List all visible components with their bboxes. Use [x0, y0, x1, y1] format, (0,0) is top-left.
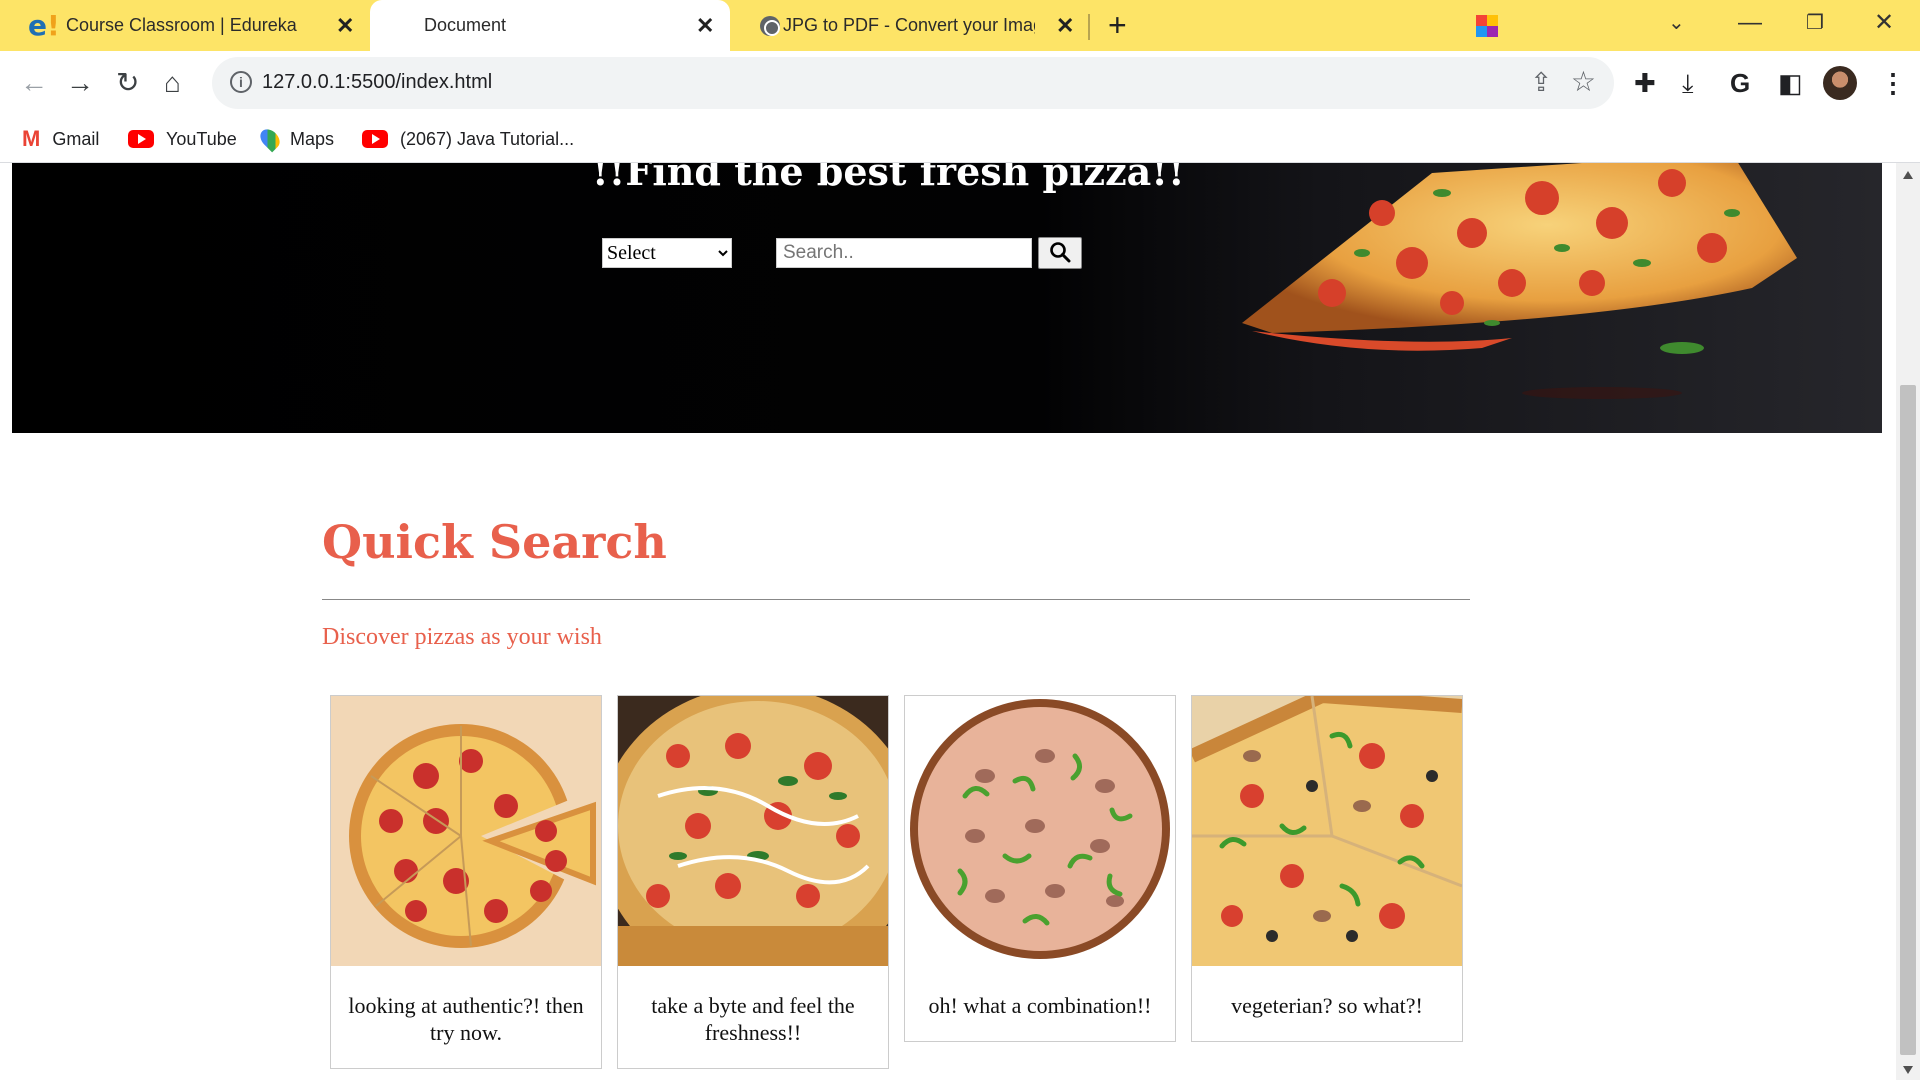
close-window-button[interactable]: ✕	[1874, 6, 1894, 40]
hero-banner: !!Find the best fresh pizza!! Select	[12, 163, 1882, 433]
tab-separator	[1088, 14, 1090, 40]
scroll-up-arrow-icon[interactable]	[1903, 171, 1913, 179]
tab-jpg-to-pdf[interactable]: JPG to PDF - Convert your Images ✕	[730, 0, 1498, 51]
url-text[interactable]: 127.0.0.1:5500/index.html	[262, 71, 492, 94]
close-tab-icon[interactable]: ✕	[696, 13, 714, 39]
category-select[interactable]: Select	[602, 238, 732, 268]
loaded-pizza-image	[618, 696, 888, 966]
browser-toolbar: ← → ↻ ⌂ i 127.0.0.1:5500/index.html ⇪ ☆ …	[0, 51, 1920, 115]
bookmark-star-icon[interactable]: ☆	[1571, 65, 1596, 98]
extensions-icon[interactable]: ✚	[1634, 63, 1656, 103]
card-caption: oh! what a combination!!	[928, 993, 1152, 1018]
close-tab-icon[interactable]: ✕	[1056, 13, 1074, 39]
card-caption: looking at authentic?! then try now.	[348, 993, 584, 1045]
home-button[interactable]: ⌂	[164, 61, 181, 105]
profile-avatar[interactable]	[1823, 66, 1857, 100]
divider	[322, 599, 1470, 600]
tab-strip: e! Course Classroom | Edureka ✕ Document…	[0, 0, 1920, 51]
scroll-down-arrow-icon[interactable]	[1903, 1066, 1913, 1074]
youtube-icon	[128, 130, 154, 148]
pizza-card[interactable]: oh! what a combination!!	[904, 695, 1176, 1042]
grammarly-icon[interactable]: G	[1730, 63, 1750, 103]
bookmark-label: Gmail	[52, 128, 100, 149]
tab-search-icon[interactable]: ⌄	[1668, 6, 1685, 40]
tab-title: Course Classroom | Edureka	[66, 15, 297, 35]
page-scrollbar[interactable]	[1896, 163, 1920, 1080]
forward-button[interactable]: →	[66, 61, 94, 105]
address-bar[interactable]: i 127.0.0.1:5500/index.html ⇪ ☆	[212, 57, 1614, 109]
pizza-card[interactable]: vegeterian? so what?!	[1191, 695, 1463, 1042]
pizza-cards: looking at authentic?! then try now. tak…	[330, 695, 1470, 1080]
reload-button[interactable]: ↻	[116, 61, 139, 105]
pizza-slice-image	[1242, 163, 1797, 399]
bookmark-label: Maps	[290, 128, 335, 149]
section-title: Quick Search	[322, 515, 667, 569]
pepperoni-pizza-image	[331, 696, 601, 966]
bookmark-maps[interactable]: Maps	[256, 125, 335, 153]
tab-title: JPG to PDF - Convert your Images	[783, 15, 1035, 35]
pizza-card[interactable]: take a byte and feel the freshness!!	[617, 695, 889, 1069]
card-caption: vegeterian? so what?!	[1231, 993, 1423, 1018]
maps-icon	[256, 125, 284, 153]
bookmark-label: (2067) Java Tutorial...	[400, 128, 575, 149]
pepper-mushroom-pizza-image	[905, 696, 1175, 966]
section-subtitle: Discover pizzas as your wish	[322, 624, 602, 650]
scrollbar-thumb[interactable]	[1900, 385, 1916, 1055]
back-button[interactable]: ←	[20, 61, 48, 105]
vegetarian-pizza-image	[1192, 696, 1462, 966]
bookmark-youtube[interactable]: YouTube	[128, 125, 237, 153]
restore-button[interactable]: ❐	[1806, 6, 1824, 40]
page-viewport: !!Find the best fresh pizza!! Select Qui…	[0, 163, 1896, 1080]
site-info-icon[interactable]: i	[230, 71, 252, 93]
gmail-icon: M	[22, 126, 41, 151]
download-icon[interactable]: ⤓	[1682, 63, 1694, 103]
tab-title: Document	[424, 15, 507, 35]
side-panel-icon[interactable]: ◧	[1778, 63, 1803, 103]
youtube-icon	[362, 130, 388, 148]
tab-edureka[interactable]: e! Course Classroom | Edureka ✕	[0, 0, 370, 51]
bookmarks-bar: M Gmail YouTube Maps (2067) Java Tutoria…	[0, 115, 1920, 163]
close-tab-icon[interactable]: ✕	[336, 13, 354, 39]
hero-heading: !!Find the best fresh pizza!!	[592, 163, 1185, 194]
new-tab-button[interactable]: +	[1108, 8, 1127, 42]
search-icon	[1050, 241, 1071, 262]
bookmark-label: YouTube	[166, 128, 237, 149]
tab-document[interactable]: Document ✕	[370, 0, 780, 51]
pizza-card[interactable]: looking at authentic?! then try now.	[330, 695, 602, 1069]
search-input[interactable]	[776, 238, 1032, 268]
ilovepdf-icon	[1476, 15, 1498, 37]
minimize-button[interactable]: —	[1738, 6, 1762, 40]
card-caption: take a byte and feel the freshness!!	[651, 993, 855, 1045]
quick-search-section: Quick Search Discover pizzas as your wis…	[322, 515, 1470, 651]
bookmark-gmail[interactable]: M Gmail	[22, 125, 99, 153]
menu-icon[interactable]: ⋮	[1880, 63, 1906, 103]
search-button[interactable]	[1038, 237, 1082, 269]
share-icon[interactable]: ⇪	[1530, 67, 1552, 98]
bookmark-java-tutorial[interactable]: (2067) Java Tutorial...	[362, 125, 574, 153]
edureka-icon: e!	[28, 9, 60, 42]
